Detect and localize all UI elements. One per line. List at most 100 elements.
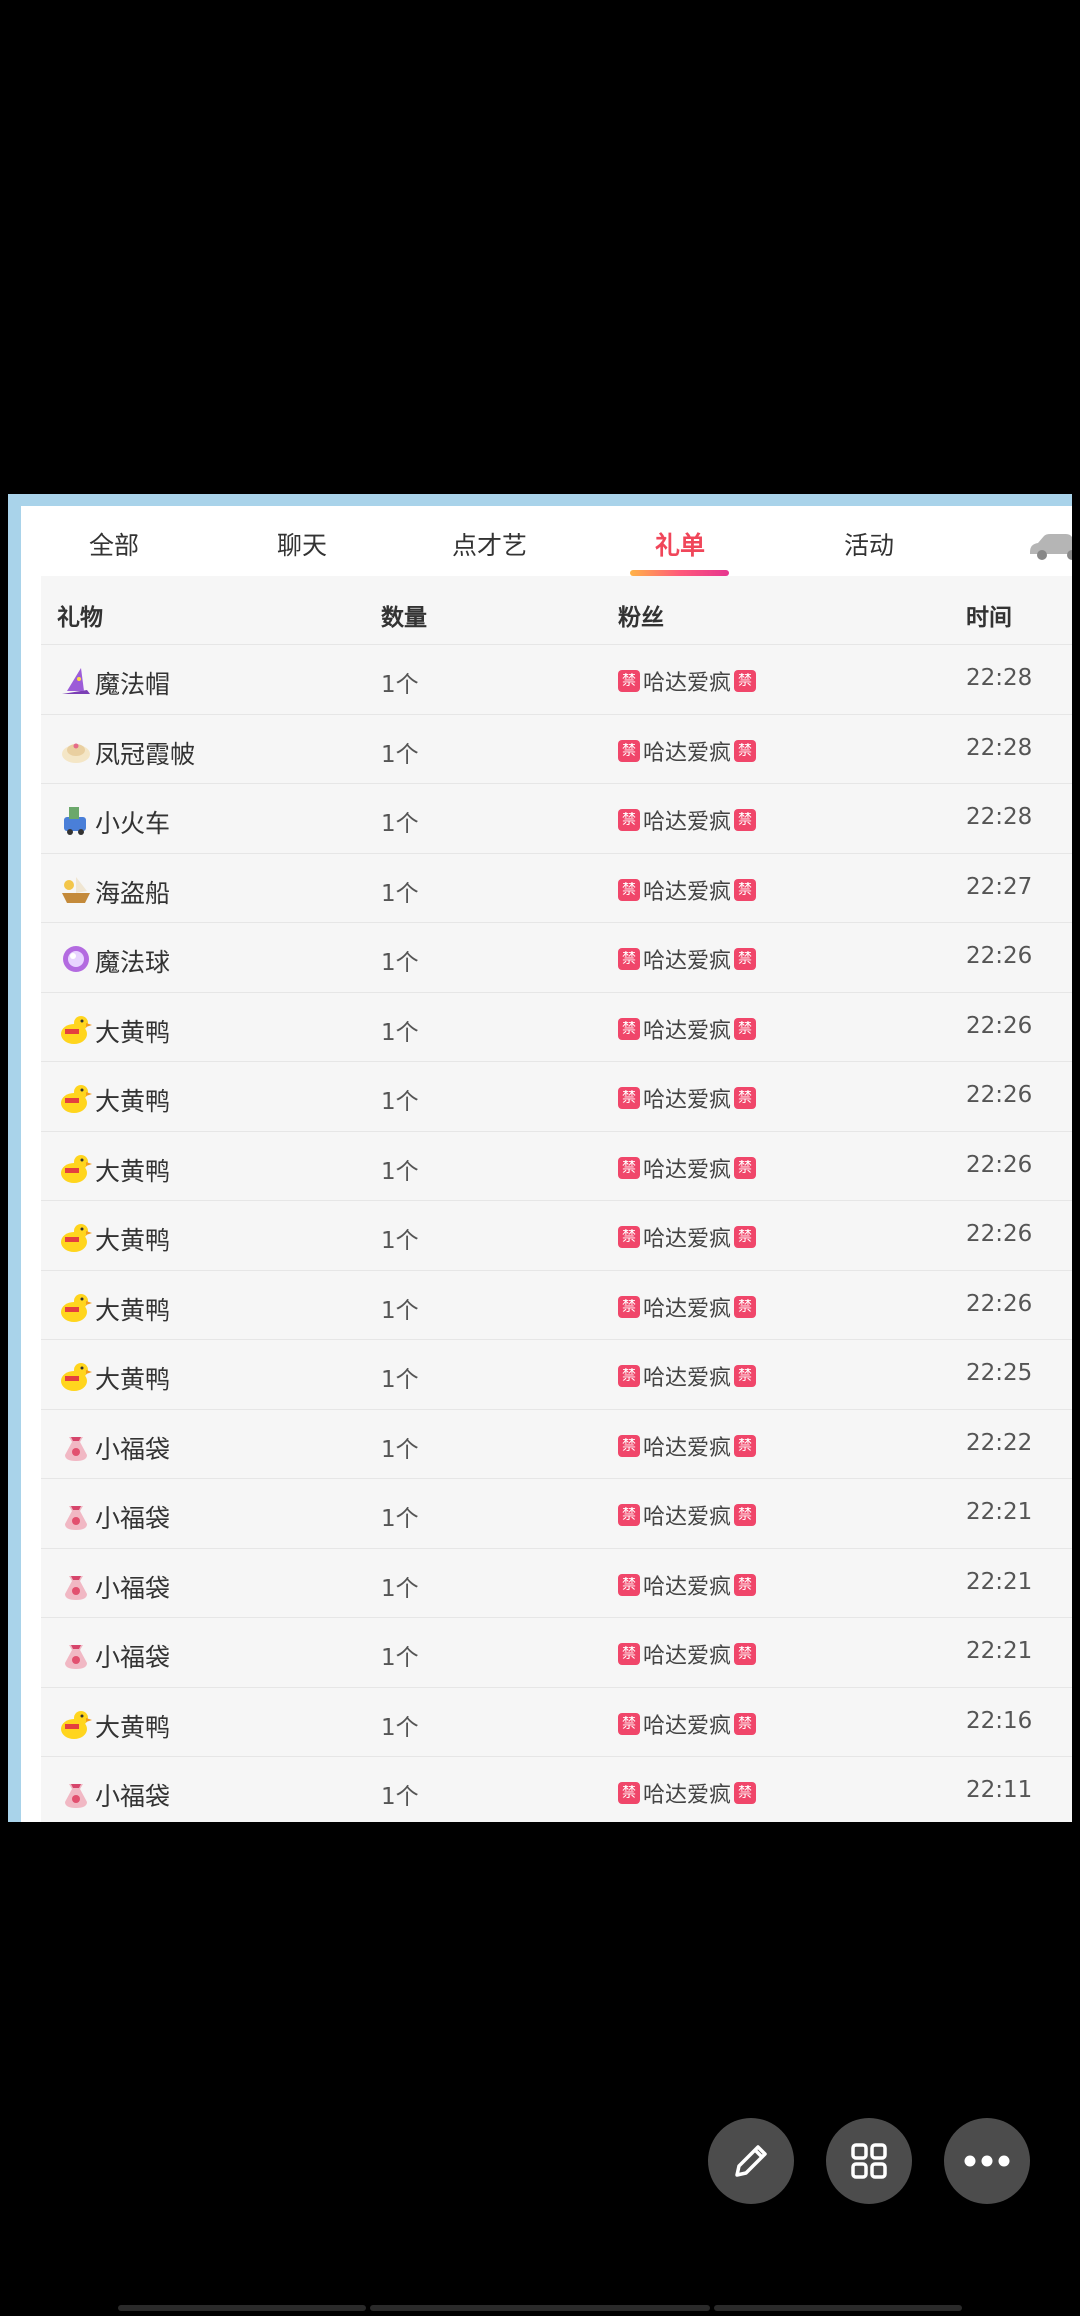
fan-badge-left: 禁: [618, 878, 640, 901]
gift-quantity: 1个: [381, 1297, 419, 1324]
tab-all[interactable]: 全部: [89, 526, 139, 562]
fan-cell[interactable]: 禁哈达爱疯禁: [618, 1708, 757, 1740]
tab-talent[interactable]: 点才艺: [452, 526, 527, 562]
lucky-bag-icon: [65, 1506, 87, 1530]
fan-cell[interactable]: 禁哈达爱疯禁: [618, 1777, 757, 1809]
gift-name: 小火车: [95, 809, 171, 838]
table-row[interactable]: 小福袋 1个 禁哈达爱疯禁 22:21: [41, 1549, 1072, 1618]
gift-time: 22:16: [966, 1707, 1033, 1734]
gift-time: 22:21: [966, 1638, 1033, 1664]
table-row[interactable]: 大黄鸭 1个 禁哈达爱疯禁 22:16: [41, 1688, 1072, 1757]
gift-name: 凤冠霞帔: [95, 739, 196, 769]
fan-name: 哈达爱疯: [643, 1574, 732, 1600]
gift-name: 大黄鸭: [95, 1226, 171, 1255]
fan-badge-left: 禁: [618, 1017, 640, 1040]
table-row[interactable]: 大黄鸭 1个 禁哈达爱疯禁 22:26: [41, 1132, 1072, 1201]
fan-cell[interactable]: 禁哈达爱疯禁: [618, 804, 757, 836]
table-row[interactable]: 凤冠霞帔 1个 禁哈达爱疯禁 22:28: [41, 715, 1072, 784]
fan-name: 哈达爱疯: [643, 1505, 732, 1530]
scroll-indicator-1: [118, 2305, 366, 2311]
yellow-duck-icon: [61, 1293, 92, 1322]
panel-content: 全部 聊天 点才艺 礼单 活动 礼物 数量 粉丝 时间 魔法帽 1个禁哈达爱疯禁 2…: [21, 506, 1072, 1822]
tab-activity[interactable]: 活动: [844, 526, 894, 562]
table-row[interactable]: 大黄鸭 1个 禁哈达爱疯禁 22:26: [41, 1271, 1072, 1340]
fan-badge-right: 禁: [734, 1017, 757, 1040]
gift-quantity: 1个: [381, 1714, 419, 1741]
table-row[interactable]: 小火车 1个 禁哈达爱疯禁 22:28: [41, 784, 1072, 854]
fan-cell[interactable]: 禁哈达爱疯禁: [618, 1569, 757, 1601]
fan-cell[interactable]: 禁哈达爱疯禁: [618, 665, 757, 697]
gift-time: 22:26: [966, 1221, 1033, 1247]
fan-badge-right: 禁: [734, 1295, 757, 1318]
edit-button[interactable]: [708, 2118, 794, 2204]
fan-cell[interactable]: 禁哈达爱疯禁: [618, 943, 757, 975]
table-row[interactable]: 小福袋 1个 禁哈达爱疯禁 22:11: [41, 1757, 1072, 1822]
fan-badge-right: 禁: [734, 1712, 757, 1735]
fan-cell[interactable]: 禁哈达爱疯禁: [618, 735, 757, 767]
pencil-icon: [735, 2145, 767, 2177]
fan-cell[interactable]: 禁哈达爱疯禁: [618, 1152, 757, 1184]
gift-time: 22:11: [966, 1777, 1033, 1803]
table-row[interactable]: 小福袋 1个 禁哈达爱疯禁 22:21: [41, 1479, 1072, 1549]
gift-time: 22:27: [966, 873, 1033, 900]
table-row[interactable]: 大黄鸭 1个 禁哈达爱疯禁 22:25: [41, 1340, 1072, 1410]
table-row[interactable]: 魔法球 1个 禁哈达爱疯禁 22:26: [41, 923, 1072, 993]
fan-cell[interactable]: 禁哈达爱疯禁: [618, 1638, 757, 1670]
gift-time: 22:21: [966, 1499, 1033, 1525]
fan-badge-right: 禁: [734, 809, 757, 831]
tab-gift-list[interactable]: 礼单: [655, 526, 705, 562]
fan-badge-right: 禁: [734, 1434, 757, 1457]
gift-name: 魔法帽: [95, 670, 171, 699]
fan-cell[interactable]: 禁哈达爱疯禁: [618, 1360, 757, 1392]
fan-badge-left: 禁: [618, 809, 640, 831]
gift-quantity: 1个: [381, 1367, 419, 1393]
fan-cell[interactable]: 禁哈达爱疯禁: [618, 1082, 757, 1114]
table-row[interactable]: 大黄鸭 1个 禁哈达爱疯禁 22:26: [41, 1062, 1072, 1132]
gift-name: 大黄鸭: [95, 1156, 171, 1186]
gift-quantity: 1个: [381, 672, 419, 698]
fan-badge-left: 禁: [618, 670, 640, 692]
yellow-duck-icon: [61, 1154, 92, 1183]
gift-time: 22:25: [966, 1360, 1033, 1386]
car-icon[interactable]: [1026, 528, 1072, 562]
table-row[interactable]: 海盗船 1个 禁哈达爱疯禁 22:27: [41, 854, 1072, 923]
table-row[interactable]: 小福袋 1个 禁哈达爱疯禁 22:22: [41, 1410, 1072, 1479]
train-icon: [64, 807, 86, 835]
yellow-duck-icon: [61, 1224, 92, 1252]
fan-cell[interactable]: 禁哈达爱疯禁: [618, 1430, 757, 1462]
more-button[interactable]: [944, 2118, 1030, 2204]
gift-time: 22:26: [966, 1290, 1033, 1317]
scroll-indicator-2: [370, 2305, 710, 2311]
lucky-bag-icon: [65, 1575, 87, 1600]
gift-quantity: 1个: [381, 811, 419, 837]
fan-cell[interactable]: 禁哈达爱疯禁: [618, 1013, 757, 1045]
table-row[interactable]: 小福袋 1个 禁哈达爱疯禁 22:21: [41, 1618, 1072, 1688]
gift-name: 大黄鸭: [95, 1017, 171, 1047]
apps-button[interactable]: [826, 2118, 912, 2204]
fan-name: 哈达爱疯: [643, 1783, 732, 1808]
fan-badge-left: 禁: [618, 1226, 640, 1248]
tab-chat[interactable]: 聊天: [277, 526, 327, 562]
table-row[interactable]: 大黄鸭 1个 禁哈达爱疯禁 22:26: [41, 1201, 1072, 1271]
more-dots-icon: [964, 2155, 1010, 2167]
scroll-indicator-3: [714, 2305, 962, 2311]
fan-badge-left: 禁: [618, 1365, 640, 1387]
fan-name: 哈达爱疯: [643, 810, 732, 835]
table-row[interactable]: 大黄鸭 1个 禁哈达爱疯禁 22:26: [41, 993, 1072, 1062]
gift-time: 22:26: [966, 1012, 1033, 1039]
table-header: 礼物 数量 粉丝 时间: [41, 576, 1072, 645]
fan-name: 哈达爱疯: [643, 1366, 732, 1391]
phoenix-crown-icon: [62, 743, 90, 763]
gift-time: 22:26: [966, 943, 1033, 969]
fan-cell[interactable]: 禁哈达爱疯禁: [618, 1291, 757, 1323]
fan-cell[interactable]: 禁哈达爱疯禁: [618, 1221, 757, 1253]
gift-name: 小福袋: [95, 1643, 171, 1672]
gift-time: 22:28: [966, 665, 1033, 691]
gift-name: 小福袋: [95, 1782, 171, 1811]
table-row[interactable]: 魔法帽 1个 禁哈达爱疯禁 22:28: [41, 645, 1072, 715]
fan-cell[interactable]: 禁哈达爱疯禁: [618, 1499, 757, 1531]
fan-cell[interactable]: 禁哈达爱疯禁: [618, 874, 757, 906]
gift-time: 22:28: [966, 804, 1033, 830]
fan-badge-right: 禁: [734, 1226, 757, 1248]
fan-name: 哈达爱疯: [643, 949, 732, 974]
